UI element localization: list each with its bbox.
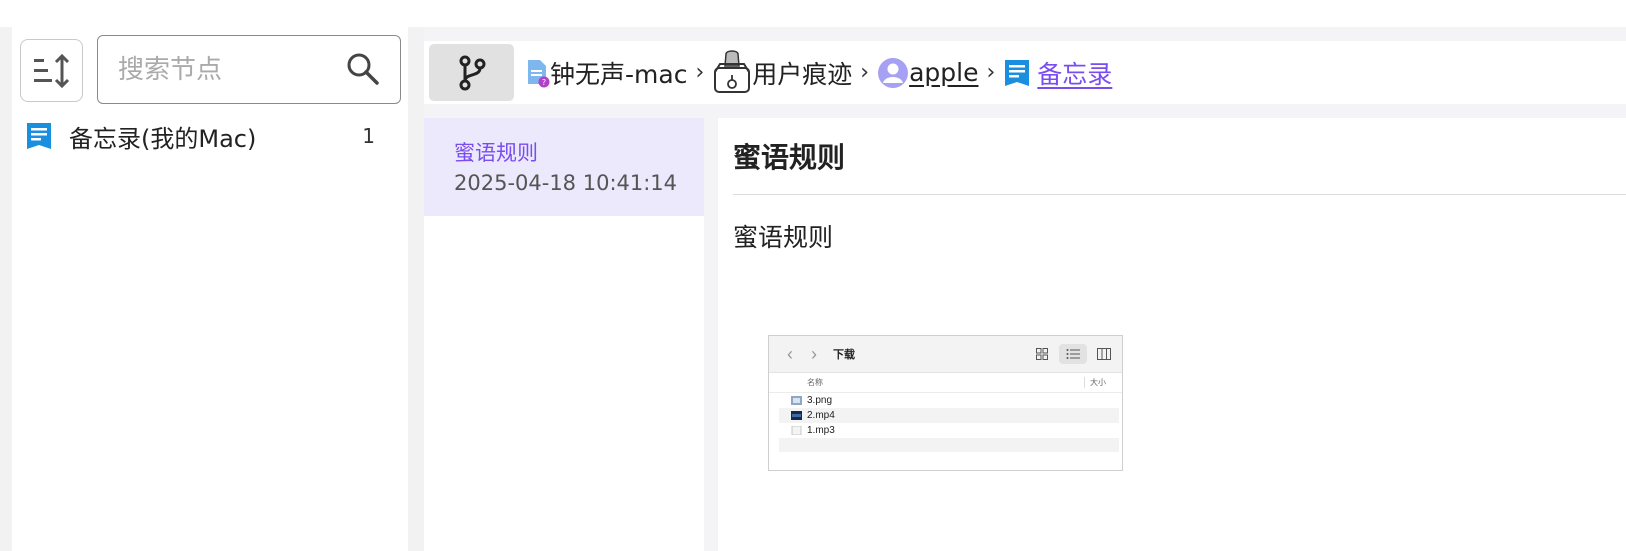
search-input[interactable]	[98, 54, 328, 85]
note-item-time: 2025-04-18 10:41:14	[454, 171, 678, 195]
breadcrumb-item-device[interactable]: ? 钟无声-mac	[526, 55, 687, 91]
column-size: 大小	[1084, 377, 1106, 388]
note-body: 蜜语规则	[733, 223, 834, 252]
empty-row	[779, 438, 1119, 452]
column-name: 名称	[807, 378, 823, 387]
left-edge-strip	[0, 27, 12, 551]
sort-icon	[33, 53, 69, 88]
note-item-title: 蜜语规则	[454, 141, 538, 165]
file-name: 1.mp3	[807, 425, 835, 436]
chevron-right-icon: ›	[695, 60, 705, 85]
grid-view-icon	[1028, 344, 1056, 364]
note-title: 蜜语规则	[733, 141, 846, 174]
svg-text:?: ?	[542, 78, 546, 87]
branch-button[interactable]	[429, 44, 514, 101]
audio-file-icon	[791, 426, 802, 435]
tree-item-label: 备忘录(我的Mac)	[69, 124, 257, 153]
breadcrumb-item-user[interactable]: apple	[877, 57, 978, 89]
attachment-image[interactable]: ‹ › 下载 名称 大小 3.png 2.mp4 1.mp3	[768, 335, 1123, 471]
forward-icon: ›	[811, 343, 817, 364]
file-row: 1.mp3	[779, 423, 1119, 438]
breadcrumb-label: 备忘录	[1037, 59, 1113, 89]
breadcrumb: ? 钟无声-mac › 用户痕迹 › apple › 备忘录	[526, 49, 1112, 96]
sort-button[interactable]	[20, 39, 83, 102]
file-name: 2.mp4	[807, 410, 835, 421]
panel-divider[interactable]	[408, 27, 424, 551]
tree-item-count: 1	[362, 124, 375, 148]
file-row: 2.mp4	[779, 408, 1119, 423]
note-content: 蜜语规则 蜜语规则 ‹ › 下载 名称 大小 3.png 2.mp4 1.mp3	[718, 118, 1626, 551]
file-row: 3.png	[779, 393, 1119, 408]
list-item[interactable]: 蜜语规则 2025-04-18 10:41:14	[424, 118, 704, 216]
git-branch-icon	[459, 55, 485, 90]
chevron-right-icon: ›	[860, 60, 870, 85]
file-name: 3.png	[807, 395, 833, 406]
title-divider	[733, 194, 1626, 195]
top-bar: ? 钟无声-mac › 用户痕迹 › apple › 备忘录	[424, 41, 1626, 104]
user-trace-icon	[714, 49, 751, 93]
tree-item-notes[interactable]: 备忘录(我的Mac) 1	[25, 118, 385, 154]
notes-icon	[1005, 59, 1030, 86]
device-file-icon: ?	[528, 59, 550, 87]
breadcrumb-label: apple	[909, 58, 979, 87]
finder-header: 名称 大小	[769, 373, 1122, 393]
back-icon: ‹	[787, 343, 793, 364]
notes-icon	[27, 123, 51, 149]
sidebar-panel	[12, 27, 408, 551]
view-switcher	[1025, 344, 1118, 364]
breadcrumb-item-notes[interactable]: 备忘录	[1003, 55, 1112, 91]
search-box	[97, 35, 401, 104]
chevron-right-icon: ›	[986, 60, 996, 85]
finder-toolbar: ‹ › 下载	[769, 336, 1122, 373]
breadcrumb-label: 钟无声-mac	[550, 59, 688, 89]
column-view-icon	[1090, 344, 1118, 364]
finder-title: 下载	[833, 349, 855, 361]
breadcrumb-item-user-trace[interactable]: 用户痕迹	[712, 49, 853, 96]
breadcrumb-label: 用户痕迹	[752, 59, 853, 89]
search-icon[interactable]	[346, 52, 380, 86]
user-avatar-icon	[878, 57, 909, 88]
video-file-icon	[791, 411, 802, 420]
note-list: 蜜语规则 2025-04-18 10:41:14	[424, 118, 704, 551]
image-file-icon	[791, 396, 802, 405]
list-view-icon	[1059, 344, 1087, 364]
